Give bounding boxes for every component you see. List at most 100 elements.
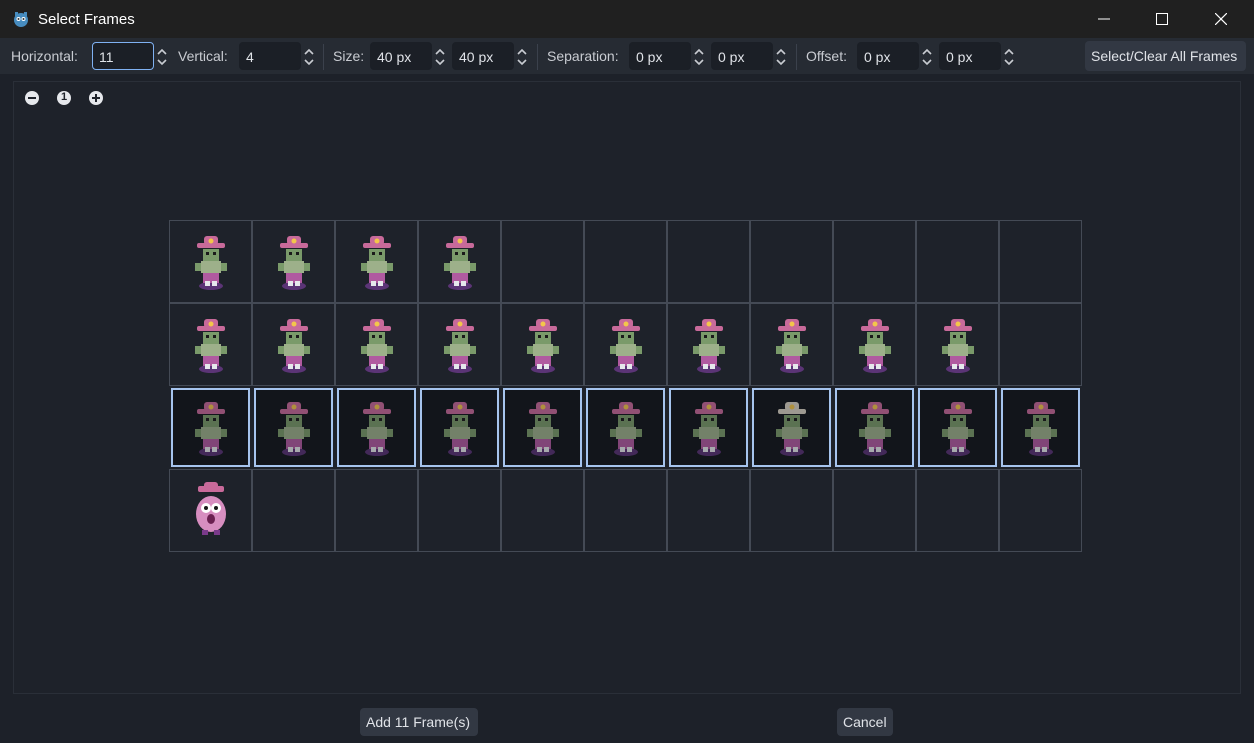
sprite-frame-icon <box>277 318 310 373</box>
frame-cell[interactable] <box>835 388 914 467</box>
size-x-input[interactable]: 40 px <box>370 42 432 70</box>
offset-x-input[interactable]: 0 px <box>857 42 919 70</box>
frame-cell[interactable] <box>999 303 1082 386</box>
toolbar-divider <box>323 44 324 70</box>
offset-y-stepper-icon[interactable] <box>1003 46 1015 68</box>
frame-grid <box>169 220 1083 552</box>
select-clear-all-frames-button[interactable]: Select/Clear All Frames <box>1085 41 1246 71</box>
vertical-label: Vertical: <box>178 48 228 64</box>
zoom-reset-label: 1 <box>61 91 68 103</box>
sprite-frame-icon <box>941 401 974 456</box>
sprite-frame-icon <box>609 318 642 373</box>
frame-cell[interactable] <box>418 220 501 303</box>
zoom-reset-button[interactable]: 1 <box>56 90 72 106</box>
frame-cell[interactable] <box>501 469 584 552</box>
frame-cell[interactable] <box>916 303 999 386</box>
frame-cell[interactable] <box>584 469 667 552</box>
frame-cell[interactable] <box>252 469 335 552</box>
frame-cell[interactable] <box>667 303 750 386</box>
cancel-button[interactable]: Cancel <box>837 708 893 736</box>
zoom-out-icon[interactable] <box>24 90 40 106</box>
frame-cell[interactable] <box>833 469 916 552</box>
minimize-button[interactable] <box>1075 0 1133 38</box>
separation-y-input[interactable]: 0 px <box>711 42 773 70</box>
horizontal-input[interactable]: 11 <box>92 42 154 70</box>
frame-cell[interactable] <box>337 388 416 467</box>
add-frames-button[interactable]: Add 11 Frame(s) <box>360 708 478 736</box>
frame-cell[interactable] <box>1001 388 1080 467</box>
sprite-frame-icon <box>194 401 227 456</box>
frame-cell[interactable] <box>169 303 252 386</box>
size-x-stepper-icon[interactable] <box>434 46 446 68</box>
frame-cell[interactable] <box>252 303 335 386</box>
vertical-stepper-icon[interactable] <box>303 46 315 68</box>
maximize-icon <box>1156 13 1168 25</box>
maximize-button[interactable] <box>1133 0 1191 38</box>
frame-cell[interactable] <box>503 388 582 467</box>
offset-x-stepper-icon[interactable] <box>921 46 933 68</box>
vertical-input[interactable]: 4 <box>239 42 301 70</box>
frame-cell[interactable] <box>169 220 252 303</box>
frame-cell[interactable] <box>501 220 584 303</box>
frame-cell[interactable] <box>918 388 997 467</box>
godot-app-icon <box>14 12 28 27</box>
sprite-frame-icon <box>775 318 808 373</box>
frame-cell[interactable] <box>418 469 501 552</box>
separation-label: Separation: <box>547 48 619 64</box>
sprite-frame-icon <box>692 401 725 456</box>
frame-cell[interactable] <box>586 388 665 467</box>
offset-label: Offset: <box>806 48 847 64</box>
size-y-input[interactable]: 40 px <box>452 42 514 70</box>
size-y-stepper-icon[interactable] <box>516 46 528 68</box>
sprite-frame-icon <box>609 401 642 456</box>
sprite-frame-icon <box>277 401 310 456</box>
sprite-frame-icon <box>858 401 891 456</box>
sprite-frame-icon <box>443 318 476 373</box>
zoom-in-icon[interactable] <box>88 90 104 106</box>
sprite-frame-icon <box>194 235 227 290</box>
frame-cell[interactable] <box>750 303 833 386</box>
frame-cell[interactable] <box>752 388 831 467</box>
frame-cell[interactable] <box>169 469 252 552</box>
frame-cell[interactable] <box>667 469 750 552</box>
frame-cell[interactable] <box>669 388 748 467</box>
frame-cell[interactable] <box>750 469 833 552</box>
sprite-frame-icon <box>360 235 393 290</box>
separation-y-stepper-icon[interactable] <box>775 46 787 68</box>
frame-cell[interactable] <box>833 303 916 386</box>
frame-cell[interactable] <box>999 469 1082 552</box>
toolbar-divider <box>537 44 538 70</box>
frame-cell[interactable] <box>252 220 335 303</box>
offset-y-input[interactable]: 0 px <box>939 42 1001 70</box>
frame-cell[interactable] <box>335 303 418 386</box>
frame-cell[interactable] <box>916 469 999 552</box>
frame-cell[interactable] <box>335 469 418 552</box>
sprite-frame-icon <box>526 318 559 373</box>
sprite-frame-icon <box>195 481 226 535</box>
size-label: Size: <box>333 48 365 64</box>
frame-cell[interactable] <box>420 388 499 467</box>
frame-cell[interactable] <box>254 388 333 467</box>
frame-cell[interactable] <box>999 220 1082 303</box>
separation-x-stepper-icon[interactable] <box>693 46 705 68</box>
frame-cell[interactable] <box>916 220 999 303</box>
sprite-frame-icon <box>443 235 476 290</box>
sprite-frame-icon <box>692 318 725 373</box>
frame-cell[interactable] <box>501 303 584 386</box>
separation-x-input[interactable]: 0 px <box>629 42 691 70</box>
frame-cell[interactable] <box>667 220 750 303</box>
horizontal-stepper-icon[interactable] <box>156 46 168 68</box>
frame-cell[interactable] <box>171 388 250 467</box>
frame-cell[interactable] <box>833 220 916 303</box>
frame-cell[interactable] <box>418 303 501 386</box>
close-button[interactable] <box>1192 0 1250 38</box>
sprite-frame-icon <box>941 318 974 373</box>
window-title: Select Frames <box>38 11 135 28</box>
frame-cell[interactable] <box>584 220 667 303</box>
frame-cell[interactable] <box>584 303 667 386</box>
sprite-frame-icon <box>1024 401 1057 456</box>
title-bar: Select Frames <box>0 0 1254 38</box>
frame-cell[interactable] <box>335 220 418 303</box>
close-icon <box>1215 13 1227 25</box>
frame-cell[interactable] <box>750 220 833 303</box>
